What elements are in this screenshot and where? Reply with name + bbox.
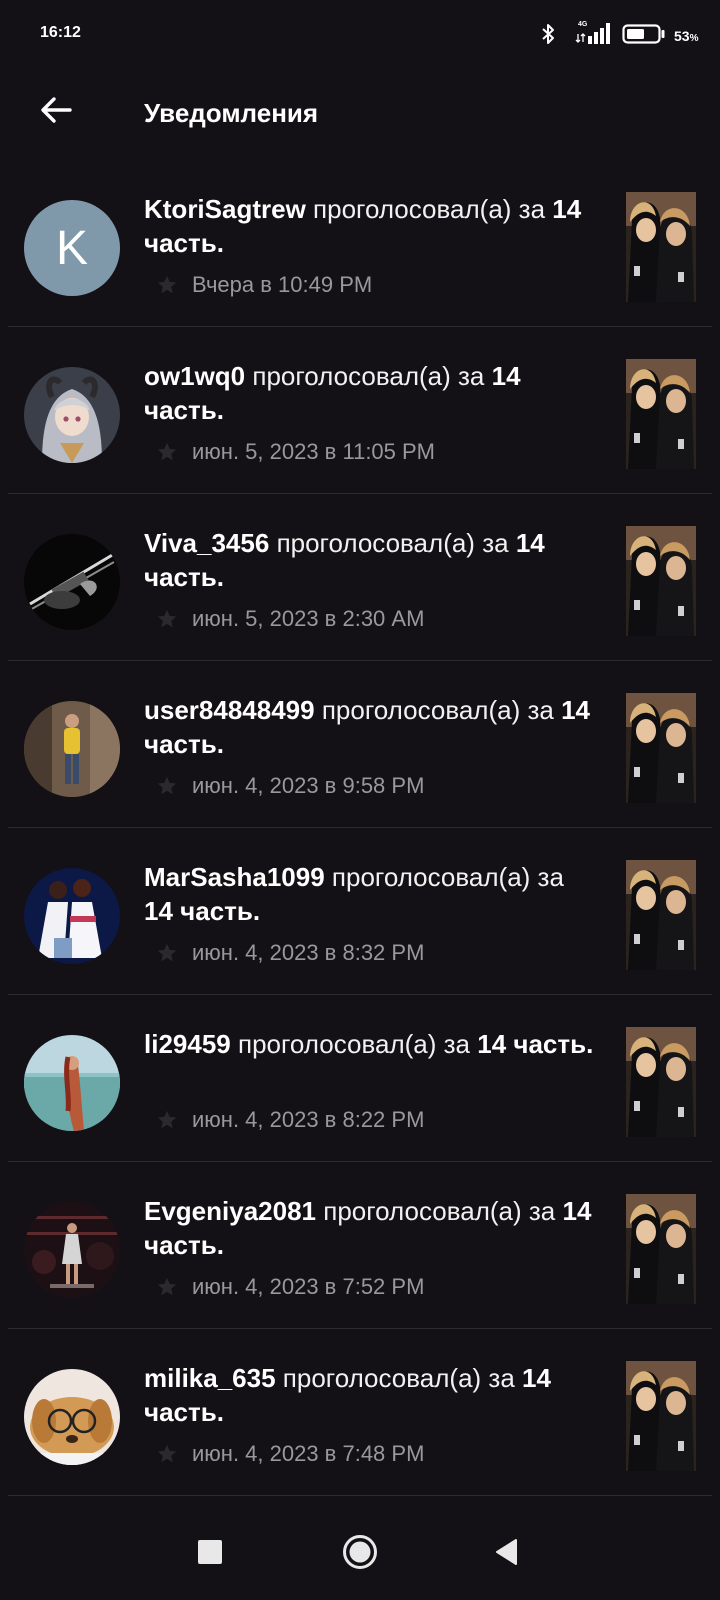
period: .	[586, 1029, 594, 1059]
divider	[8, 1495, 712, 1496]
notification-item[interactable]: li29459 проголосовал(а) за 14 часть. июн.…	[0, 995, 720, 1162]
bluetooth-icon	[542, 24, 554, 44]
story-cover-thumbnail[interactable]	[626, 1194, 696, 1304]
period: .	[216, 729, 224, 759]
action-text: проголосовал(а) за	[331, 862, 564, 892]
avatar[interactable]	[24, 1202, 120, 1298]
notification-text: milika_635 проголосовал(а) за 14 часть.	[144, 1361, 596, 1429]
avatar[interactable]	[24, 534, 120, 630]
notification-item[interactable]: user84848499 проголосовал(а) за 14 часть…	[0, 661, 720, 828]
notification-text: KtoriSagtrew проголосовал(а) за 14 часть…	[144, 192, 596, 260]
period: .	[216, 228, 224, 258]
period: .	[216, 562, 224, 592]
notification-item[interactable]: milika_635 проголосовал(а) за 14 часть. и…	[0, 1329, 720, 1496]
notification-text: Evgeniya2081 проголосовал(а) за 14 часть…	[144, 1194, 596, 1262]
notification-item[interactable]: MarSasha1099 проголосовал(а) за 14 часть…	[0, 828, 720, 995]
username-link[interactable]: milika_635	[144, 1363, 276, 1393]
signal-icon	[575, 23, 610, 44]
username-link[interactable]: user84848499	[144, 695, 315, 725]
battery-icon	[622, 24, 665, 44]
notification-text: ow1wq0 проголосовал(а) за 14 часть.	[144, 359, 596, 427]
username-link[interactable]: li29459	[144, 1029, 231, 1059]
star-icon	[157, 1110, 177, 1129]
notification-item[interactable]: ow1wq0 проголосовал(а) за 14 часть. июн. …	[0, 327, 720, 494]
avatar-letter: K	[24, 200, 120, 296]
period: .	[216, 1230, 224, 1260]
notification-text: MarSasha1099 проголосовал(а) за 14 часть…	[144, 860, 596, 928]
page-title: Уведомления	[144, 98, 319, 128]
action-text: проголосовал(а) за	[321, 695, 554, 725]
username-link[interactable]: ow1wq0	[144, 361, 245, 391]
period: .	[252, 896, 261, 926]
star-icon	[157, 442, 177, 461]
avatar[interactable]	[24, 1035, 120, 1131]
recents-square-icon[interactable]	[198, 1540, 222, 1564]
status-time: 16:12	[40, 24, 81, 41]
avatar[interactable]	[24, 1369, 120, 1465]
period: .	[216, 1397, 224, 1427]
timestamp: Вчера в 10:49 PM	[192, 272, 373, 297]
avatar[interactable]: K	[24, 200, 120, 296]
action-text: проголосовал(а) за	[313, 194, 546, 224]
notifications-list: K KtoriSagtrew проголосовал(а) за 14 част…	[0, 160, 720, 1496]
action-text: проголосовал(а) за	[282, 1363, 515, 1393]
chapter-link[interactable]: 14 часть	[144, 896, 253, 926]
timestamp: июн. 4, 2023 в 7:48 PM	[192, 1441, 425, 1466]
timestamp: июн. 4, 2023 в 9:58 PM	[192, 773, 425, 798]
timestamp: июн. 5, 2023 в 11:05 PM	[192, 439, 436, 464]
notification-text: li29459 проголосовал(а) за 14 часть.	[144, 1027, 596, 1061]
battery-percent: 53%	[674, 28, 699, 44]
story-cover-thumbnail[interactable]	[626, 860, 696, 970]
system-nav-bar	[0, 1500, 720, 1600]
username-link[interactable]: Evgeniya2081	[144, 1196, 316, 1226]
story-cover-thumbnail[interactable]	[626, 1027, 696, 1137]
notification-text: Viva_3456 проголосовал(а) за 14 часть.	[144, 526, 596, 594]
timestamp: июн. 4, 2023 в 8:32 PM	[192, 940, 425, 965]
period: .	[216, 395, 224, 425]
action-text: проголосовал(а) за	[252, 361, 485, 391]
back-triangle-icon[interactable]	[494, 1538, 518, 1566]
timestamp: июн. 4, 2023 в 8:22 PM	[192, 1107, 425, 1132]
avatar[interactable]	[24, 367, 120, 463]
story-cover-thumbnail[interactable]	[626, 192, 696, 302]
star-icon	[157, 1277, 177, 1296]
action-text: проголосовал(а) за	[276, 528, 509, 558]
star-icon	[157, 1444, 177, 1463]
chapter-link[interactable]: 14 часть	[477, 1029, 586, 1059]
username-link[interactable]: Viva_3456	[144, 528, 269, 558]
story-cover-thumbnail[interactable]	[626, 1361, 696, 1471]
notification-item[interactable]: K KtoriSagtrew проголосовал(а) за 14 част…	[0, 160, 720, 327]
home-circle-icon[interactable]	[342, 1534, 378, 1570]
action-text: проголосовал(а) за	[237, 1029, 470, 1059]
avatar[interactable]	[24, 701, 120, 797]
star-icon	[157, 609, 177, 628]
star-icon	[157, 776, 177, 795]
timestamp: июн. 5, 2023 в 2:30 AM	[192, 606, 425, 631]
username-link[interactable]: KtoriSagtrew	[144, 194, 306, 224]
star-icon	[157, 275, 177, 294]
arrow-left-icon[interactable]	[36, 90, 76, 130]
notification-item[interactable]: Viva_3456 проголосовал(а) за 14 часть. ию…	[0, 494, 720, 661]
star-icon	[157, 943, 177, 962]
notification-text: user84848499 проголосовал(а) за 14 часть…	[144, 693, 596, 761]
app-bar: Уведомления	[0, 70, 720, 154]
notification-item[interactable]: Evgeniya2081 проголосовал(а) за 14 часть…	[0, 1162, 720, 1329]
story-cover-thumbnail[interactable]	[626, 359, 696, 469]
action-text: проголосовал(а) за	[323, 1196, 556, 1226]
status-bar: 16:12 4G 53%	[0, 0, 720, 70]
story-cover-thumbnail[interactable]	[626, 693, 696, 803]
timestamp: июн. 4, 2023 в 7:52 PM	[192, 1274, 425, 1299]
avatar[interactable]	[24, 868, 120, 964]
story-cover-thumbnail[interactable]	[626, 526, 696, 636]
username-link[interactable]: MarSasha1099	[144, 862, 325, 892]
